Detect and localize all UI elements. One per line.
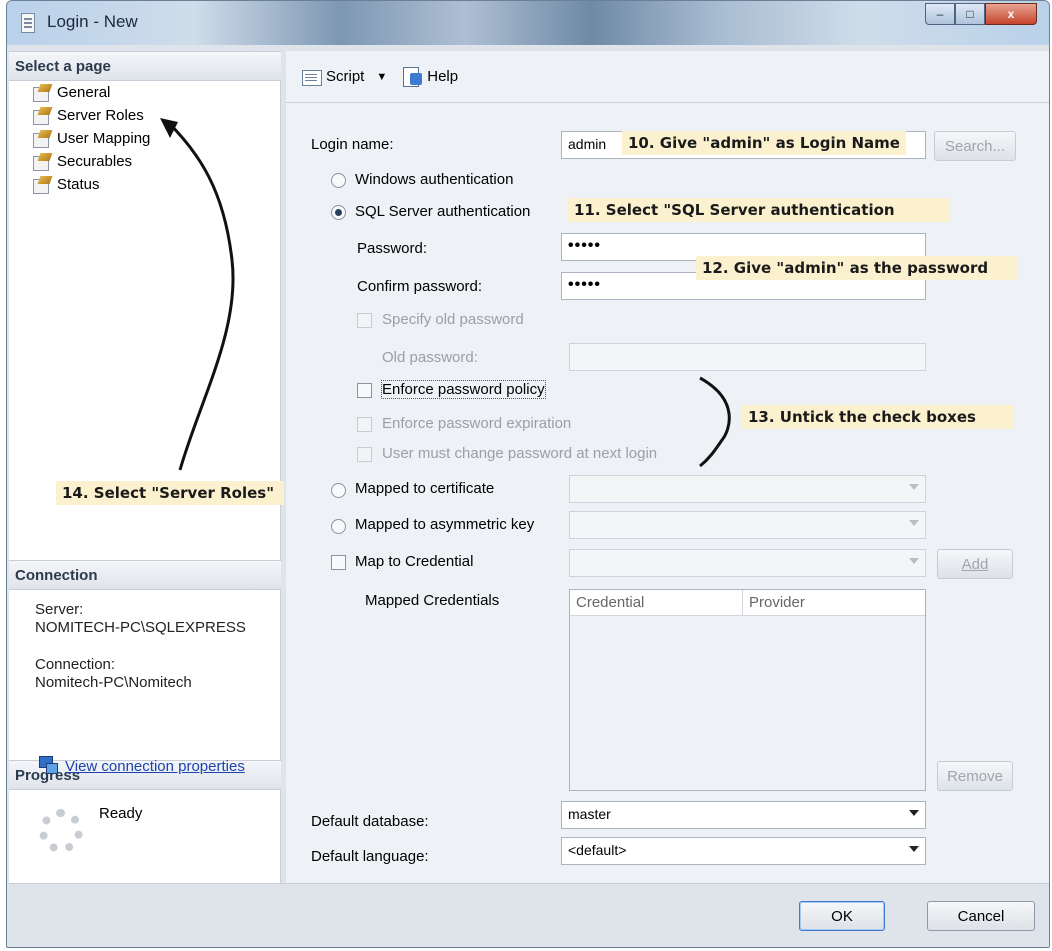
mapped-to-certificate-radio[interactable] [331,483,346,498]
toolbar: Script ▼ Help [286,51,1049,103]
annotation-step-14: 14. Select "Server Roles" [56,481,284,505]
asymmetric-key-combo[interactable] [569,511,926,539]
script-icon [302,68,322,86]
help-button[interactable]: Help [399,65,462,89]
annotation-step-12: 12. Give "admin" as the password [696,256,1018,280]
default-database-label: Default database: [311,813,429,830]
specify-old-password-checkbox[interactable] [357,313,372,328]
annotation-step-10: 10. Give "admin" as Login Name [622,131,906,155]
connection-properties-icon [39,756,58,774]
login-name-value: admin [568,136,607,152]
cancel-button[interactable]: Cancel [927,901,1035,931]
old-password-label: Old password: [382,349,478,366]
minimize-button[interactable]: – [925,3,955,25]
map-to-credential-checkbox[interactable] [331,555,346,570]
chevron-down-icon [909,810,919,816]
page-icon [33,84,53,102]
old-password-field[interactable] [569,343,926,371]
annotation-step-11: 11. Select "SQL Server authentication [568,198,950,222]
script-dropdown-icon[interactable]: ▼ [376,71,387,83]
page-item-general[interactable]: General [33,81,110,103]
page-item-label: Server Roles [57,106,144,124]
mapped-credentials-label: Mapped Credentials [365,592,500,609]
enforce-password-expiration-label: Enforce password expiration [382,415,572,432]
credential-combo[interactable] [569,549,926,577]
enforce-password-expiration-checkbox[interactable] [357,417,372,432]
script-button[interactable]: Script [298,66,368,88]
page-icon [33,107,53,125]
sql-server-authentication-label: SQL Server authentication [355,203,531,220]
must-change-password-label: User must change password at next login [382,445,658,462]
page-item-label: General [57,83,111,101]
credential-column-header[interactable]: Credential [570,590,743,615]
provider-column-header[interactable]: Provider [743,590,925,615]
annotation-step-13: 13. Untick the check boxes [742,405,1014,429]
page-item-server-roles[interactable]: Server Roles [33,104,144,126]
document-icon [21,13,35,33]
confirm-password-label: Confirm password: [357,278,483,295]
default-database-value: master [568,806,611,822]
must-change-password-checkbox[interactable] [357,447,372,462]
confirm-password-value: ••••• [568,276,602,293]
mapped-credentials-grid[interactable]: Credential Provider [569,589,926,791]
page-icon [33,176,53,194]
connection-label: Connection: [35,656,116,673]
page-icon [33,130,53,148]
windows-authentication-radio[interactable] [331,173,346,188]
mapped-to-asymmetric-key-label: Mapped to asymmetric key [355,516,535,533]
map-to-credential-label: Map to Credential [355,553,474,570]
maximize-button[interactable]: □ [955,3,985,25]
page-item-label: Securables [57,152,133,170]
specify-old-password-label: Specify old password [382,311,524,328]
page-item-label: User Mapping [57,129,151,147]
chevron-down-icon [909,520,919,526]
login-name-label: Login name: [311,136,394,153]
sql-server-authentication-radio[interactable] [331,205,346,220]
right-panel: Script ▼ Help Login name: admin Search..… [286,51,1049,883]
close-button[interactable]: x [985,3,1037,25]
page-item-label: Status [57,175,100,193]
server-value: NOMITECH-PC\SQLEXPRESS [35,619,246,636]
add-button-label: Add [961,555,989,573]
chevron-down-icon [909,484,919,490]
dialog-footer: OK Cancel [9,883,1049,947]
grid-header: Credential Provider [570,590,925,616]
ok-button[interactable]: OK [799,901,885,931]
default-database-select[interactable]: master [561,801,926,829]
page-item-user-mapping[interactable]: User Mapping [33,127,150,149]
view-connection-properties-link[interactable]: View connection properties [65,758,245,776]
title-bar[interactable]: Login - New – □ x [7,1,1049,45]
search-button[interactable]: Search... [934,131,1016,161]
remove-button[interactable]: Remove [937,761,1013,791]
default-language-select[interactable]: <default> [561,837,926,865]
progress-status: Ready [99,805,143,822]
enforce-password-policy-label: Enforce password policy [381,380,546,399]
default-language-label: Default language: [311,848,429,865]
window-title: Login - New [47,12,138,31]
page-item-securables[interactable]: Securables [33,150,132,172]
certificate-combo[interactable] [569,475,926,503]
help-icon [403,66,423,87]
connection-header: Connection [9,560,281,590]
progress-spinner-icon [39,809,83,853]
default-language-value: <default> [568,842,627,858]
script-label: Script [326,68,365,85]
windows-authentication-label: Windows authentication [355,171,514,188]
help-label: Help [427,68,459,85]
window-controls: – □ x [925,3,1037,25]
page-item-status[interactable]: Status [33,173,100,195]
enforce-password-policy-checkbox[interactable] [357,383,372,398]
page-icon [33,153,53,171]
chevron-down-icon [909,846,919,852]
mapped-to-asymmetric-key-radio[interactable] [331,519,346,534]
password-label: Password: [357,240,428,257]
server-label: Server: [35,601,84,618]
select-page-header: Select a page [9,51,281,81]
connection-value: Nomitech-PC\Nomitech [35,674,192,691]
mapped-to-certificate-label: Mapped to certificate [355,480,495,497]
password-value: ••••• [568,237,602,254]
chevron-down-icon [909,558,919,564]
add-button[interactable]: Add [937,549,1013,579]
